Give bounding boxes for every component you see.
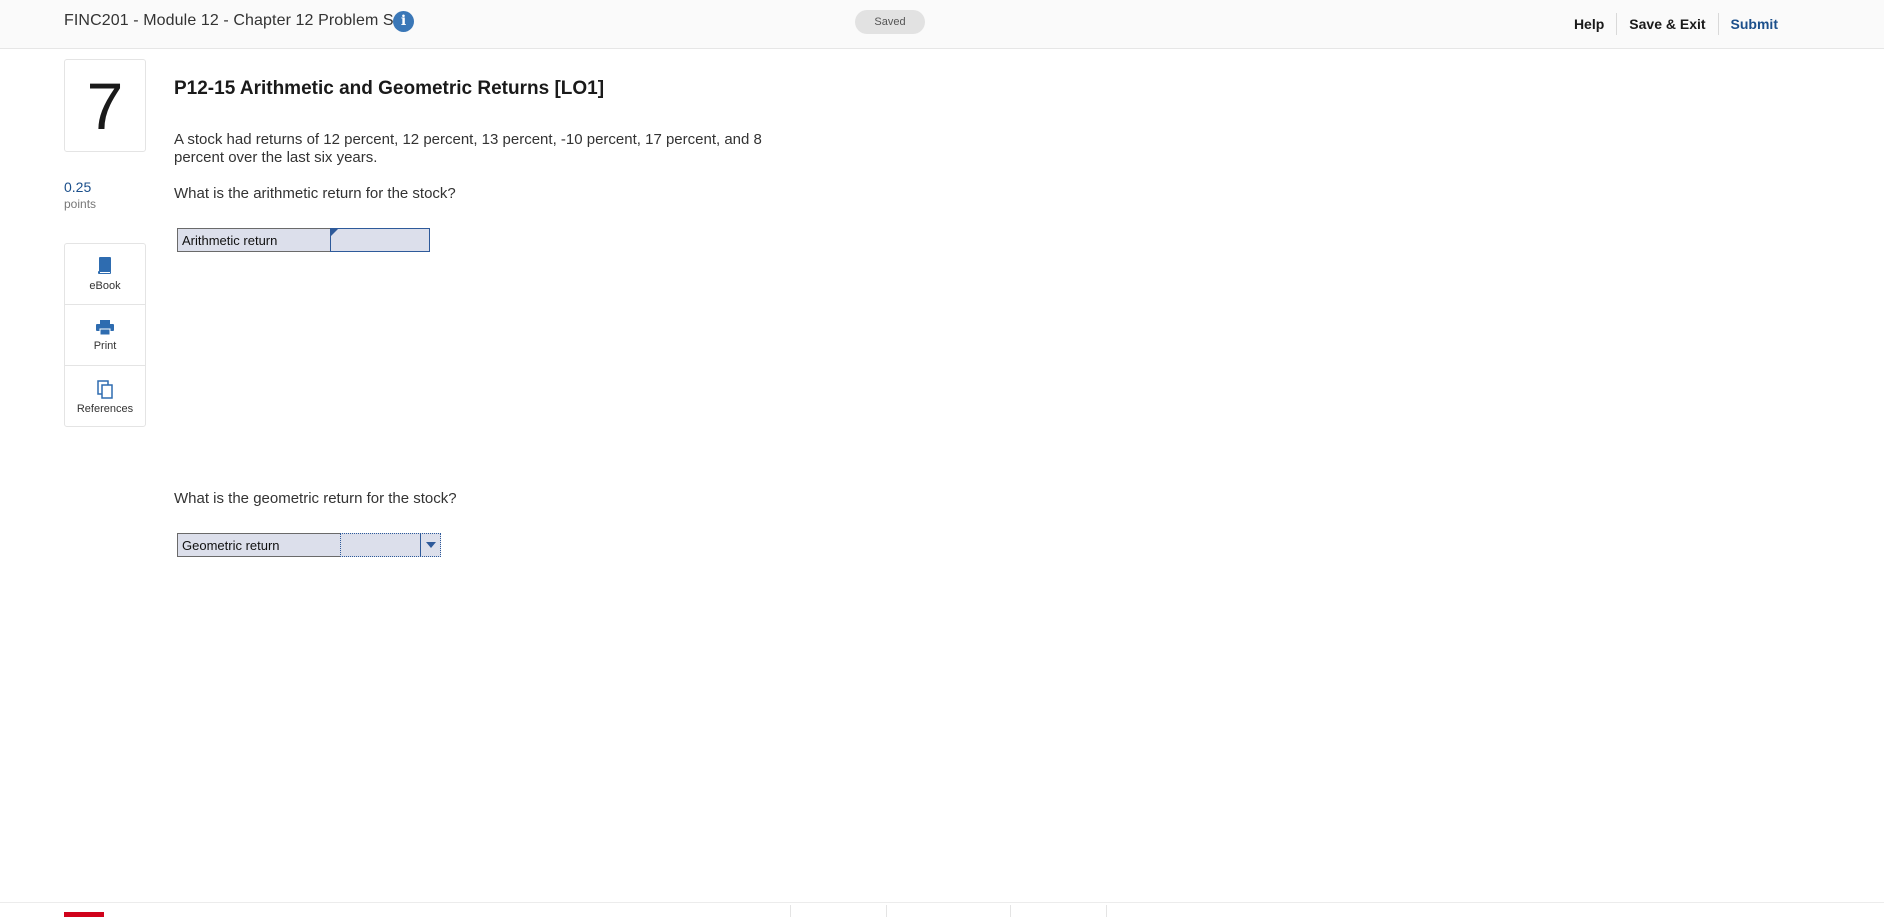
footer-divider: [790, 905, 791, 917]
tools-panel: eBook Print References: [64, 243, 146, 427]
dropdown-button[interactable]: [420, 534, 440, 556]
ebook-label: eBook: [89, 280, 121, 292]
brand-logo: [64, 912, 104, 917]
arithmetic-question: What is the arithmetic return for the st…: [174, 185, 456, 202]
print-label: Print: [93, 339, 117, 352]
top-actions: Help Save & Exit Submit: [1562, 13, 1778, 35]
book-icon: [98, 257, 111, 274]
arithmetic-return-input[interactable]: [330, 228, 430, 252]
info-icon[interactable]: i: [393, 11, 414, 32]
geometric-return-input[interactable]: [340, 533, 441, 557]
question-number: 7: [64, 59, 146, 152]
printer-icon: [96, 319, 114, 335]
top-bar: FINC201 - Module 12 - Chapter 12 Problem…: [0, 0, 1884, 49]
geometric-return-label: Geometric return: [178, 534, 341, 556]
problem-title: P12-15 Arithmetic and Geometric Returns …: [174, 78, 605, 99]
footer-divider: [886, 905, 887, 917]
submit-link[interactable]: Submit: [1719, 16, 1778, 32]
ebook-button[interactable]: eBook: [65, 244, 145, 305]
saved-status-badge: Saved: [855, 10, 925, 34]
problem-prompt: A stock had returns of 12 percent, 12 pe…: [174, 131, 762, 166]
references-label: References: [76, 402, 134, 415]
geometric-question: What is the geometric return for the sto…: [174, 490, 457, 507]
footer-divider: [0, 902, 1884, 903]
copy-icon: [97, 379, 113, 399]
footer-divider: [1106, 905, 1107, 917]
save-exit-link[interactable]: Save & Exit: [1617, 16, 1717, 32]
points-label: points: [64, 197, 97, 211]
points-value: 0.25: [64, 179, 92, 195]
chevron-down-icon: [425, 542, 436, 548]
arithmetic-return-label: Arithmetic return: [178, 229, 331, 251]
assignment-title: FINC201 - Module 12 - Chapter 12 Problem…: [64, 12, 408, 29]
help-link[interactable]: Help: [1562, 16, 1616, 32]
references-button[interactable]: References: [65, 366, 145, 427]
geometric-return-row: Geometric return: [177, 533, 441, 557]
print-button[interactable]: Print: [65, 305, 145, 366]
arithmetic-return-row: Arithmetic return: [177, 228, 430, 252]
footer-divider: [1010, 905, 1011, 917]
cell-flag-icon: [331, 229, 338, 236]
